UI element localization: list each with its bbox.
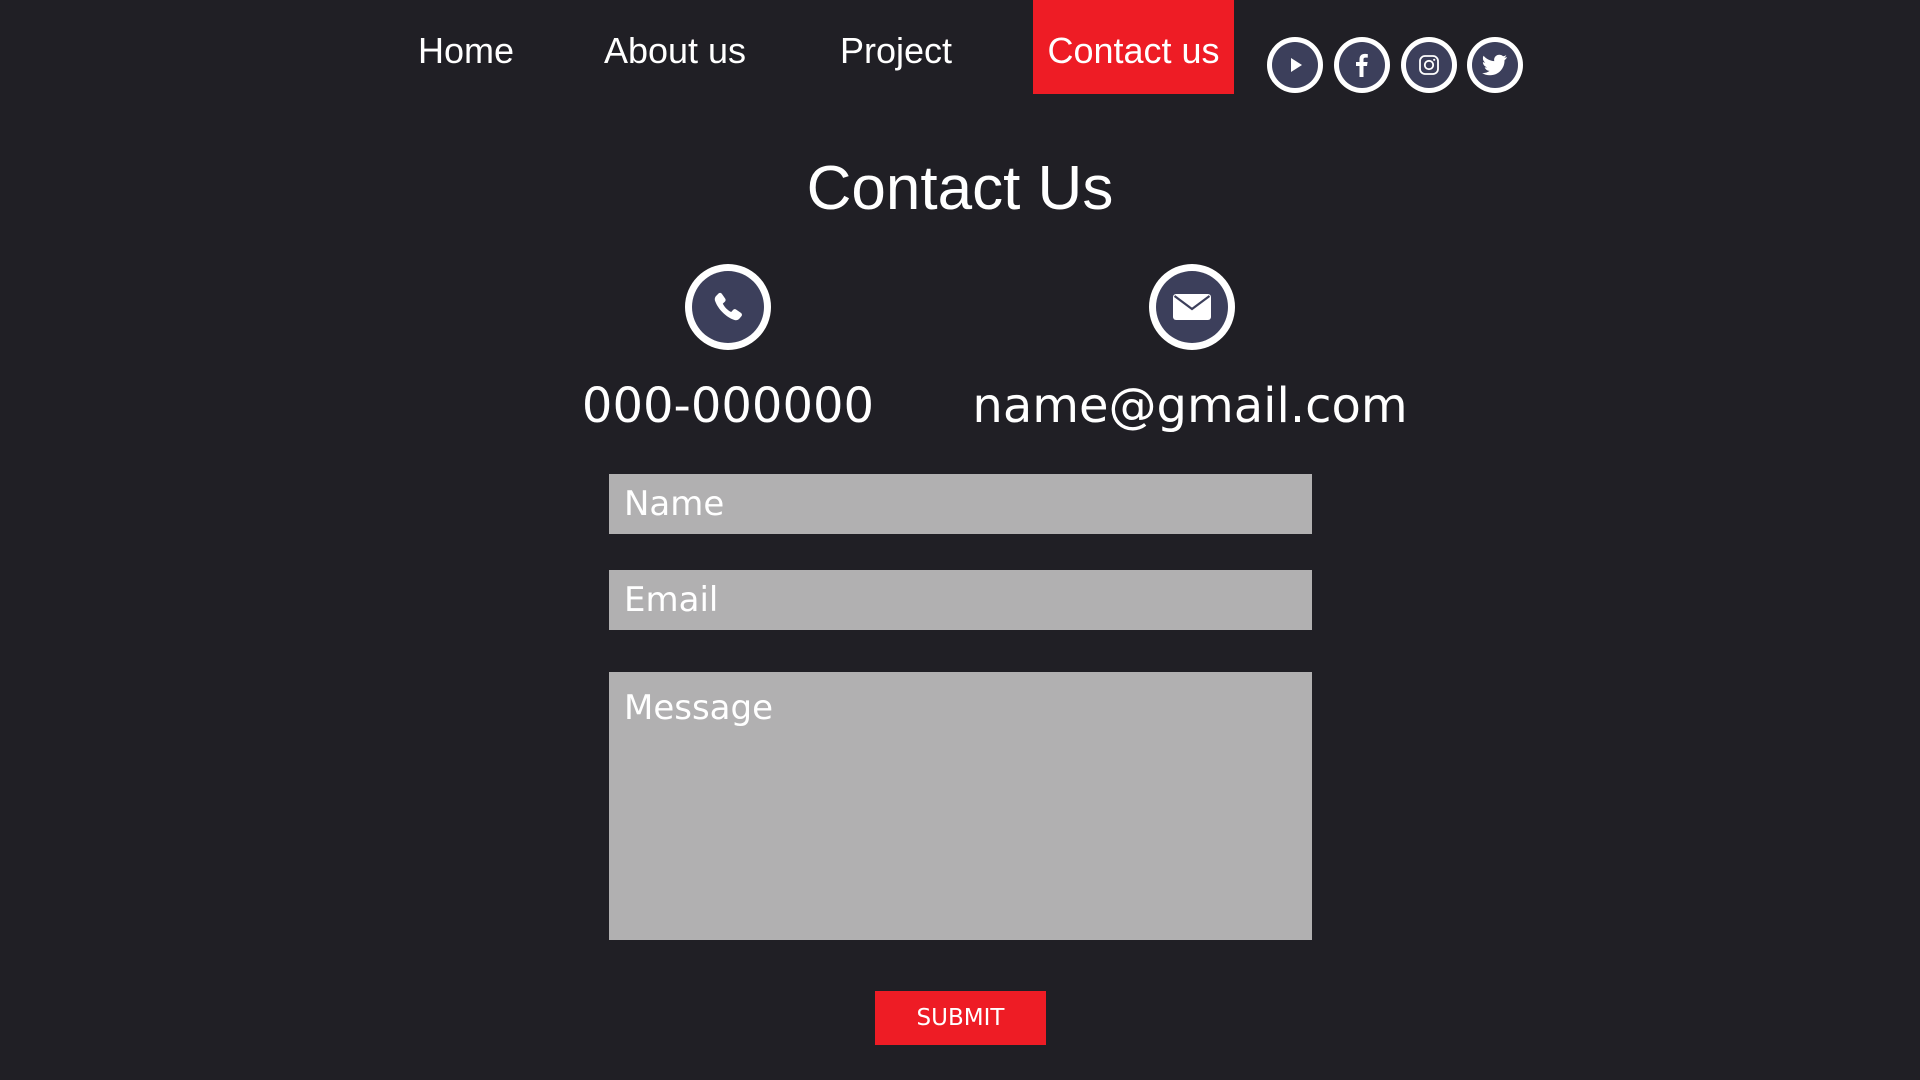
message-field[interactable] [609, 672, 1312, 940]
main-nav: Home About us Project Contact us [0, 0, 1920, 96]
phone-badge [685, 264, 771, 350]
mail-icon [1156, 271, 1228, 343]
instagram-link[interactable] [1401, 37, 1457, 93]
youtube-icon [1272, 42, 1318, 88]
twitter-link[interactable] [1467, 37, 1523, 93]
phone-number: 000-000000 [581, 378, 875, 434]
twitter-icon [1472, 42, 1518, 88]
mail-badge [1149, 264, 1235, 350]
nav-project[interactable]: Project [826, 0, 966, 94]
instagram-icon [1406, 42, 1452, 88]
youtube-link[interactable] [1267, 37, 1323, 93]
facebook-icon [1339, 42, 1385, 88]
submit-button[interactable]: SUBMIT [875, 991, 1046, 1045]
email-address: name@gmail.com [972, 378, 1408, 434]
nav-home[interactable]: Home [400, 0, 532, 94]
name-field[interactable] [609, 474, 1312, 534]
nav-about-us[interactable]: About us [590, 0, 760, 94]
phone-icon [692, 271, 764, 343]
page-title: Contact Us [806, 154, 1114, 223]
nav-contact-us[interactable]: Contact us [1033, 0, 1234, 94]
email-field[interactable] [609, 570, 1312, 630]
facebook-link[interactable] [1334, 37, 1390, 93]
